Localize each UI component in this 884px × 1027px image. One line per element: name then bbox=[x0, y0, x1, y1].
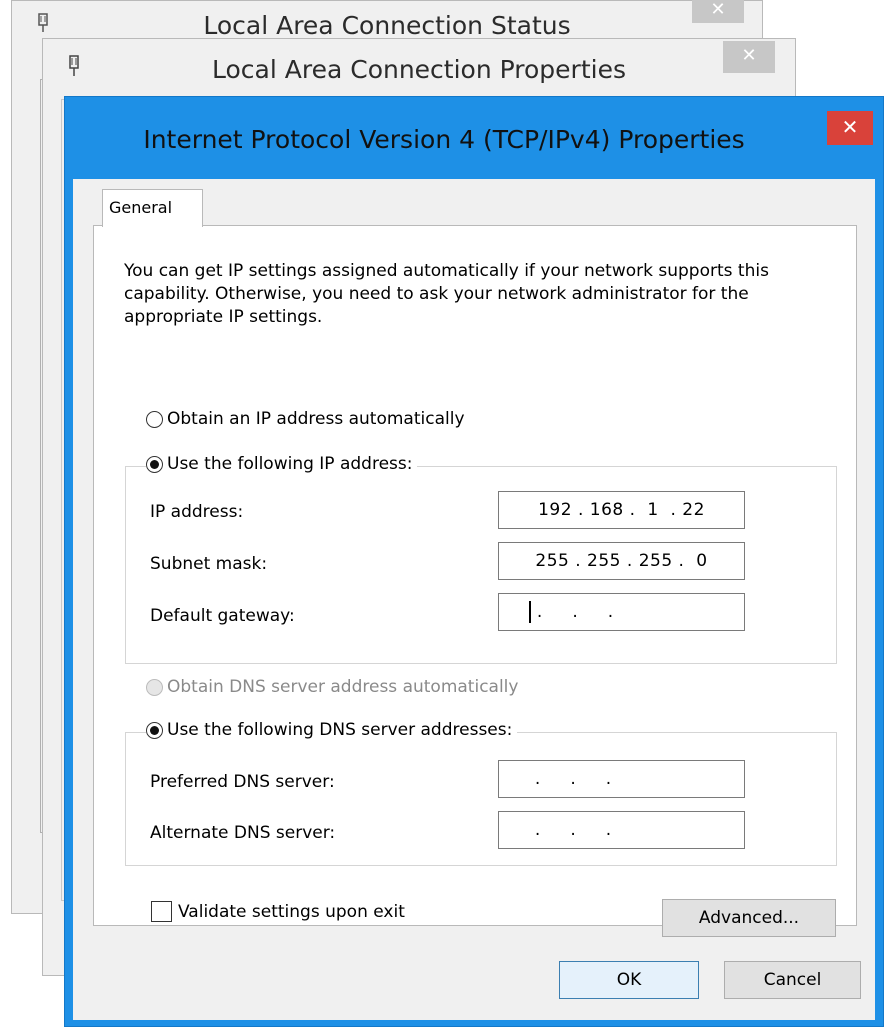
tab-general[interactable]: General bbox=[102, 189, 203, 227]
radio-button-disabled-icon bbox=[146, 678, 163, 696]
subnet-mask-field[interactable]: 255 . 255 . 255 . 0 bbox=[498, 542, 745, 580]
gateway-value: . . . bbox=[531, 602, 614, 622]
alternate-dns-field[interactable]: . . . bbox=[498, 811, 745, 849]
radio-label: Obtain DNS server address automatically bbox=[167, 677, 519, 697]
advanced-button[interactable]: Advanced... bbox=[662, 899, 836, 937]
subnet-mask-label: Subnet mask: bbox=[150, 554, 268, 574]
ip-address-field[interactable]: 192 . 168 . 1 . 22 bbox=[498, 491, 745, 529]
window-title: Local Area Connection Properties bbox=[212, 55, 626, 84]
checkbox-label: Validate settings upon exit bbox=[178, 901, 405, 922]
general-tab-panel: You can get IP settings assigned automat… bbox=[93, 225, 857, 937]
default-gateway-label: Default gateway: bbox=[150, 606, 295, 626]
radio-button-icon bbox=[146, 410, 163, 428]
validate-settings-checkbox[interactable]: Validate settings upon exit bbox=[151, 901, 405, 922]
default-gateway-field[interactable]: . . . bbox=[498, 593, 745, 631]
checkbox-unchecked-icon bbox=[151, 901, 172, 922]
dialog-client-area: General You can get IP settings assigned… bbox=[73, 179, 875, 1020]
close-button[interactable]: ✕ bbox=[692, 0, 744, 23]
alternate-dns-label: Alternate DNS server: bbox=[150, 823, 336, 843]
use-following-ip-radio[interactable]: Use the following IP address: bbox=[146, 454, 418, 474]
preferred-dns-field[interactable]: . . . bbox=[498, 760, 745, 798]
close-button[interactable]: ✕ bbox=[827, 111, 873, 145]
description-text: You can get IP settings assigned automat… bbox=[124, 261, 769, 327]
radio-button-selected-icon bbox=[146, 721, 163, 739]
dialog-title: Internet Protocol Version 4 (TCP/IPv4) P… bbox=[143, 125, 745, 154]
cancel-button[interactable]: Cancel bbox=[724, 961, 861, 999]
radio-button-selected-icon bbox=[146, 455, 163, 473]
radio-label: Obtain an IP address automatically bbox=[167, 409, 465, 429]
ipv4-properties-dialog: Internet Protocol Version 4 (TCP/IPv4) P… bbox=[64, 96, 884, 1027]
obtain-dns-automatically-radio[interactable]: Obtain DNS server address automatically bbox=[146, 677, 524, 697]
close-button[interactable]: ✕ bbox=[723, 41, 775, 73]
radio-label: Use the following DNS server addresses: bbox=[167, 720, 513, 740]
use-following-dns-radio[interactable]: Use the following DNS server addresses: bbox=[146, 720, 518, 740]
preferred-dns-label: Preferred DNS server: bbox=[150, 772, 335, 792]
radio-label: Use the following IP address: bbox=[167, 454, 413, 474]
ok-button[interactable]: OK bbox=[559, 961, 699, 999]
ip-address-label: IP address: bbox=[150, 502, 244, 522]
window-title: Local Area Connection Status bbox=[203, 11, 571, 40]
obtain-ip-automatically-radio[interactable]: Obtain an IP address automatically bbox=[146, 409, 470, 429]
